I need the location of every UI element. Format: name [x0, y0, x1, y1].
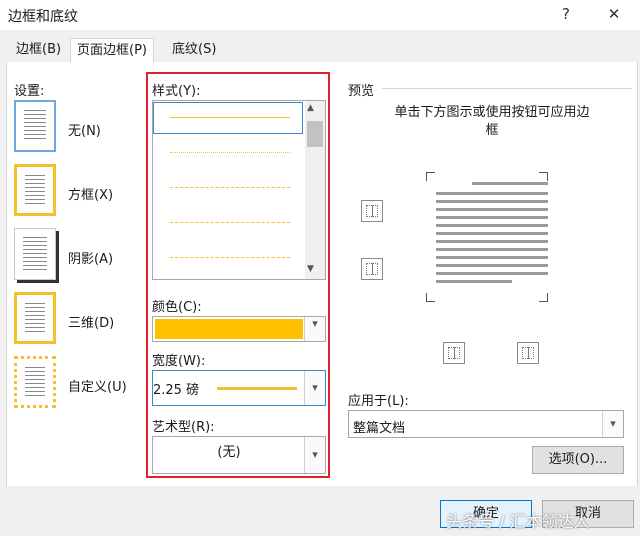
watermark-text: 头条号 / 汇本领达人 [446, 512, 590, 531]
tab-page-border[interactable]: 页面边框(P) [70, 38, 154, 64]
scroll-thumb[interactable] [307, 121, 323, 147]
setting-shadow-icon[interactable] [14, 228, 56, 280]
border-top-toggle-icon[interactable] [361, 200, 383, 222]
help-button[interactable]: ? [548, 2, 584, 26]
style-label: 样式(Y): [152, 84, 201, 99]
setting-none-icon[interactable] [14, 100, 56, 152]
setting-none-label[interactable]: 无(N) [68, 120, 101, 139]
border-right-toggle-icon[interactable] [517, 342, 539, 364]
options-button[interactable]: 选项(O)... [532, 446, 624, 474]
style-solid-line [170, 117, 290, 118]
style-dash-dot-line [170, 187, 290, 188]
preview-page[interactable] [426, 172, 548, 302]
art-value: (无) [217, 445, 241, 460]
dialog-title: 边框和底纹 [8, 9, 78, 25]
style-item-selected[interactable] [153, 102, 303, 134]
color-label: 颜色(C): [152, 300, 202, 315]
width-value: 2.25 磅 [153, 383, 200, 398]
settings-label: 设置: [14, 84, 45, 99]
border-left-toggle-icon[interactable] [443, 342, 465, 364]
art-label: 艺术型(R): [152, 420, 215, 435]
scroll-down-icon[interactable]: ▼ [307, 264, 314, 274]
width-dropdown[interactable]: 2.25 磅 ▾ [152, 370, 326, 406]
apply-to-dropdown[interactable]: 整篇文档 ▾ [348, 410, 624, 438]
scroll-up-icon[interactable]: ▲ [307, 103, 314, 113]
tab-shading[interactable]: 底纹(S) [166, 38, 222, 62]
chevron-down-icon[interactable]: ▾ [304, 317, 325, 341]
setting-3d-icon[interactable] [14, 292, 56, 344]
setting-box-icon[interactable] [14, 164, 56, 216]
close-button[interactable]: ✕ [596, 2, 632, 26]
tab-borders[interactable]: 边框(B) [10, 38, 67, 62]
setting-custom-icon[interactable] [14, 356, 56, 408]
width-label: 宽度(W): [152, 354, 206, 369]
preview-instruction: 单击下方图示或使用按钮可应用边框 [394, 105, 590, 138]
setting-3d-label[interactable]: 三维(D) [68, 312, 114, 331]
setting-box-label[interactable]: 方框(X) [68, 184, 113, 203]
chevron-down-icon[interactable]: ▾ [304, 437, 325, 473]
chevron-down-icon[interactable]: ▾ [602, 411, 623, 437]
color-swatch [155, 319, 303, 339]
style-long-dash-line [170, 257, 290, 258]
title-bar [0, 0, 640, 30]
style-dash-line [170, 222, 290, 223]
chevron-down-icon[interactable]: ▾ [304, 371, 325, 405]
preview-separator [382, 88, 632, 89]
apply-to-label: 应用于(L): [348, 394, 409, 409]
art-dropdown[interactable]: (无) ▾ [152, 436, 326, 474]
color-dropdown[interactable]: ▾ [152, 316, 326, 342]
width-line-sample [217, 387, 297, 390]
preview-label: 预览 [348, 84, 375, 99]
apply-to-value: 整篇文档 [353, 421, 406, 436]
close-icon: ✕ [607, 5, 621, 23]
setting-shadow-label[interactable]: 阴影(A) [68, 248, 113, 267]
border-bottom-toggle-icon[interactable] [361, 258, 383, 280]
style-dotted-line [170, 152, 290, 153]
setting-custom-label[interactable]: 自定义(U) [68, 376, 127, 395]
